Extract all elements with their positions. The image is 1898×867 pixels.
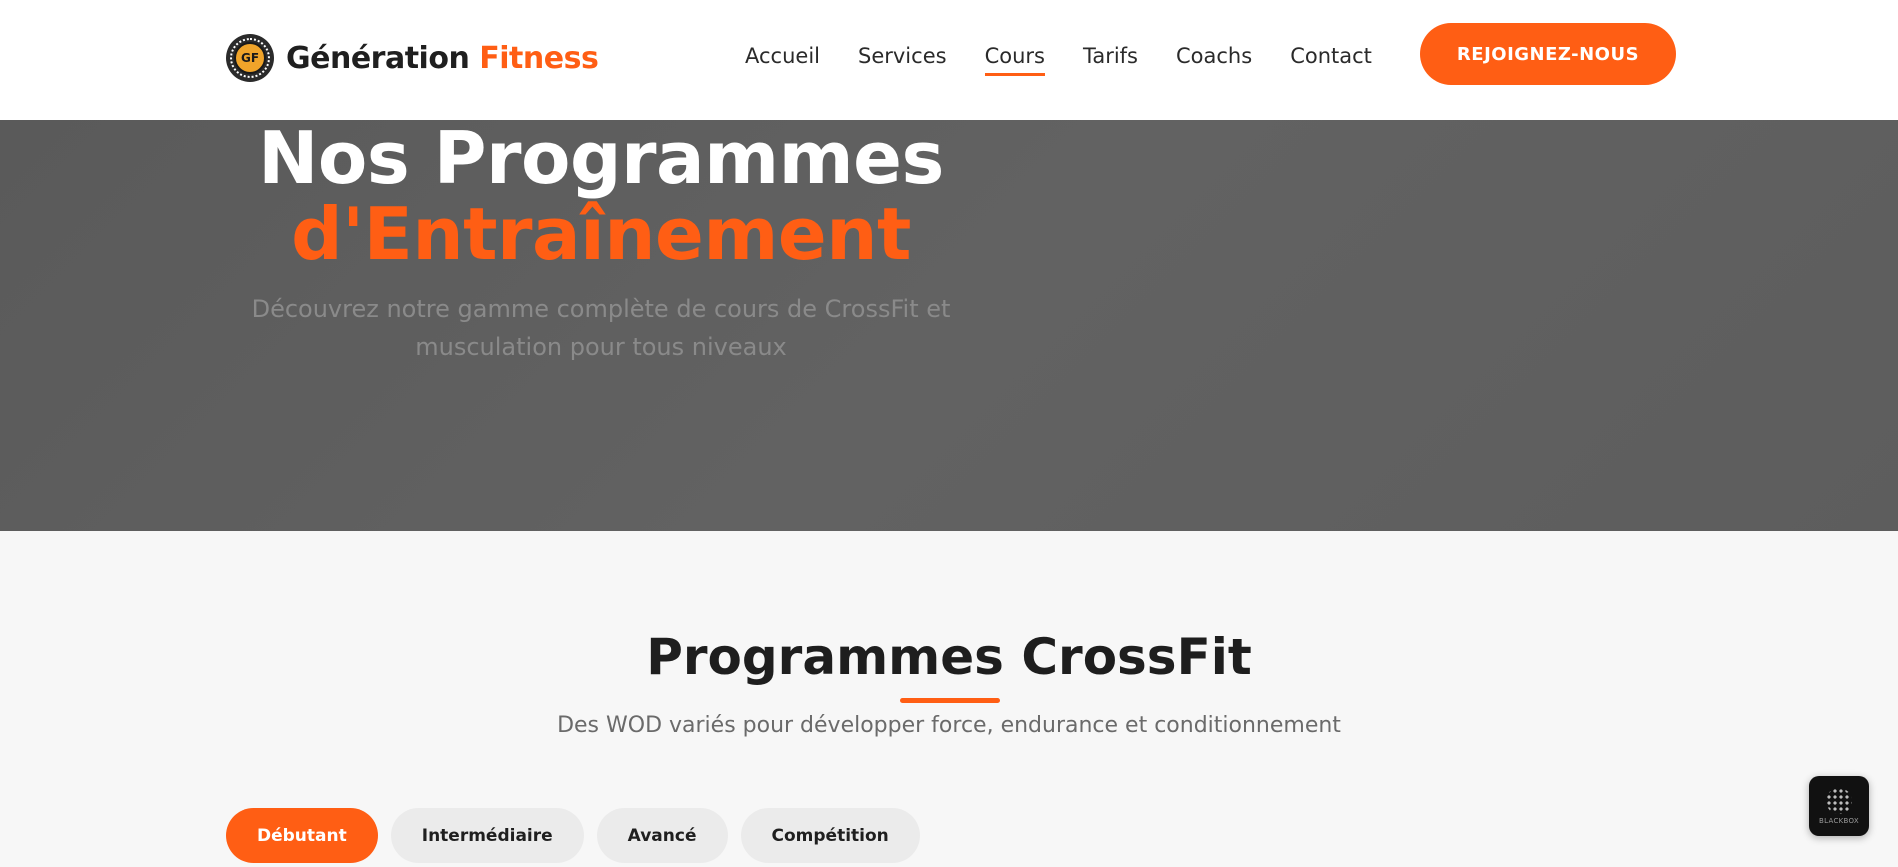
blackbox-logo-icon	[1826, 787, 1852, 814]
section-title-underline	[900, 698, 1000, 703]
section-subtitle: Des WOD variés pour développer force, en…	[557, 713, 1341, 738]
tab-debutant[interactable]: Débutant	[226, 808, 378, 863]
nav-item-tarifs[interactable]: Tarifs	[1083, 44, 1138, 76]
level-tabs: Débutant Intermédiaire Avancé Compétitio…	[226, 808, 920, 863]
tab-intermediaire[interactable]: Intermédiaire	[390, 808, 584, 863]
tab-avance[interactable]: Avancé	[596, 808, 728, 863]
logo-name-main: Génération	[286, 40, 470, 76]
logo-text: Génération Fitness	[286, 40, 599, 76]
nav-item-contact[interactable]: Contact	[1290, 44, 1372, 76]
hero-banner: Nos Programmes d'Entraînement Découvrez …	[0, 116, 1898, 531]
nav-item-coachs[interactable]: Coachs	[1176, 44, 1252, 76]
hero-subtitle: Découvrez notre gamme complète de cours …	[251, 295, 951, 361]
logo-badge-icon: GF	[226, 34, 274, 82]
logo-name-accent: Fitness	[479, 40, 599, 76]
tab-competition[interactable]: Compétition	[740, 808, 920, 863]
section-title: Programmes CrossFit	[646, 628, 1252, 686]
nav-item-services[interactable]: Services	[858, 44, 947, 76]
blackbox-widget[interactable]: BLACKBOX	[1809, 776, 1869, 836]
join-button[interactable]: REJOIGNEZ-NOUS	[1420, 23, 1676, 85]
nav-item-accueil[interactable]: Accueil	[745, 44, 820, 76]
main-nav: Accueil Services Cours Tarifs Coachs Con…	[745, 44, 1410, 76]
hero-title-line2: d'Entraînement	[291, 192, 911, 276]
hero-title-line1: Nos Programmes	[258, 116, 944, 200]
nav-item-cours[interactable]: Cours	[984, 44, 1046, 76]
blackbox-label: BLACKBOX	[1819, 816, 1859, 825]
site-header: GF Génération Fitness Accueil Services C…	[0, 0, 1898, 120]
logo[interactable]: GF Génération Fitness	[226, 34, 599, 82]
